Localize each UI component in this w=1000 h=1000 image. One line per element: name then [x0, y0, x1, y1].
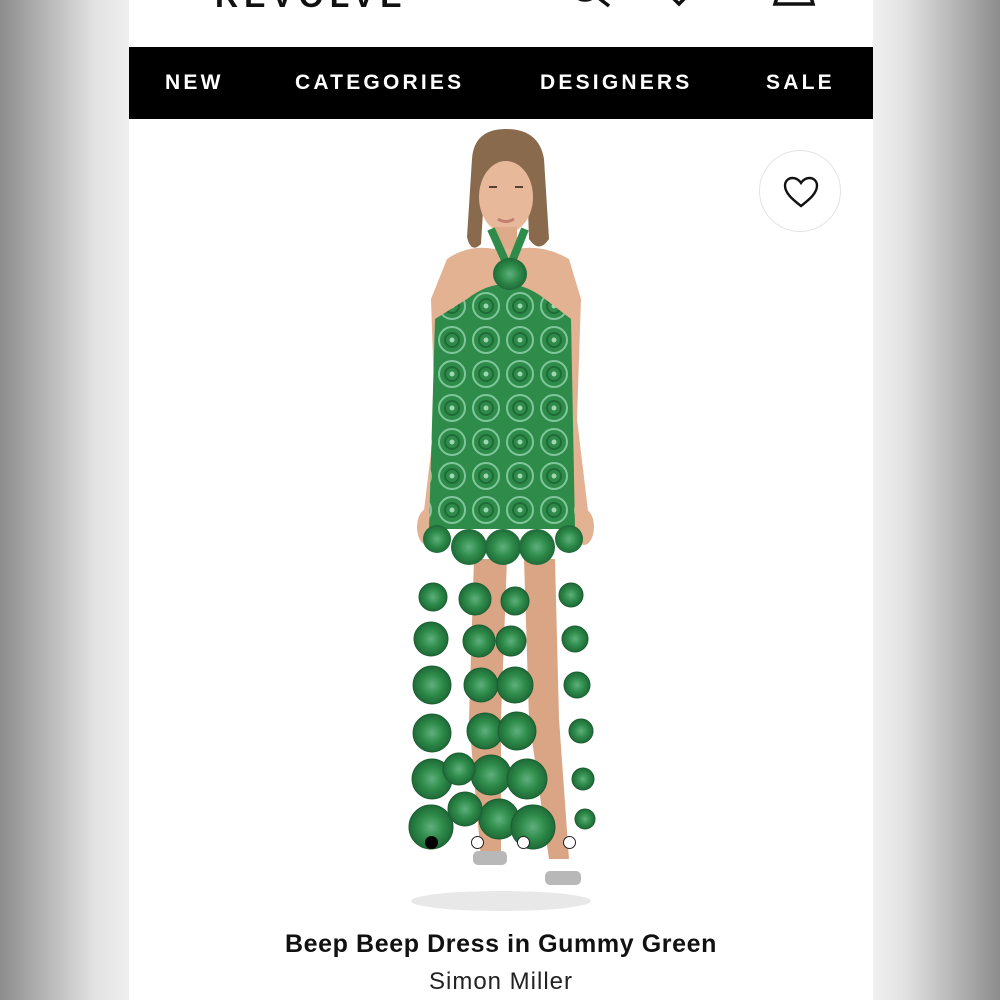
carousel-dot-4[interactable]: [563, 836, 576, 849]
menu-icon[interactable]: [153, 0, 193, 4]
logo[interactable]: REVOLVE: [215, 0, 408, 15]
product-image[interactable]: [129, 119, 873, 919]
nav-item-new[interactable]: NEW: [165, 71, 224, 95]
bag-icon[interactable]: [769, 0, 819, 14]
nav-item-categories[interactable]: CATEGORIES: [295, 71, 464, 95]
nav-item-designers[interactable]: DESIGNERS: [540, 71, 693, 95]
top-header: REVOLVE: [129, 0, 873, 47]
carousel-dot-3[interactable]: [517, 836, 530, 849]
image-carousel-dots: [425, 836, 585, 852]
heart-icon[interactable]: [659, 0, 699, 14]
carousel-dot-2[interactable]: [471, 836, 484, 849]
add-to-wishlist-button[interactable]: [759, 150, 841, 232]
carousel-dot-1[interactable]: [425, 836, 438, 849]
search-icon[interactable]: [569, 0, 615, 16]
heart-outline-icon: [783, 176, 819, 208]
category-nav: NEW CATEGORIES DESIGNERS SALE: [129, 47, 873, 119]
device-screen: REVOLVE NEW CATEGORIES DESIGNERS SALE: [129, 0, 873, 1000]
product-title: Beep Beep Dress in Gummy Green: [284, 930, 718, 958]
nav-item-sale[interactable]: SALE: [766, 71, 835, 95]
product-brand[interactable]: Simon Miller: [129, 968, 873, 996]
